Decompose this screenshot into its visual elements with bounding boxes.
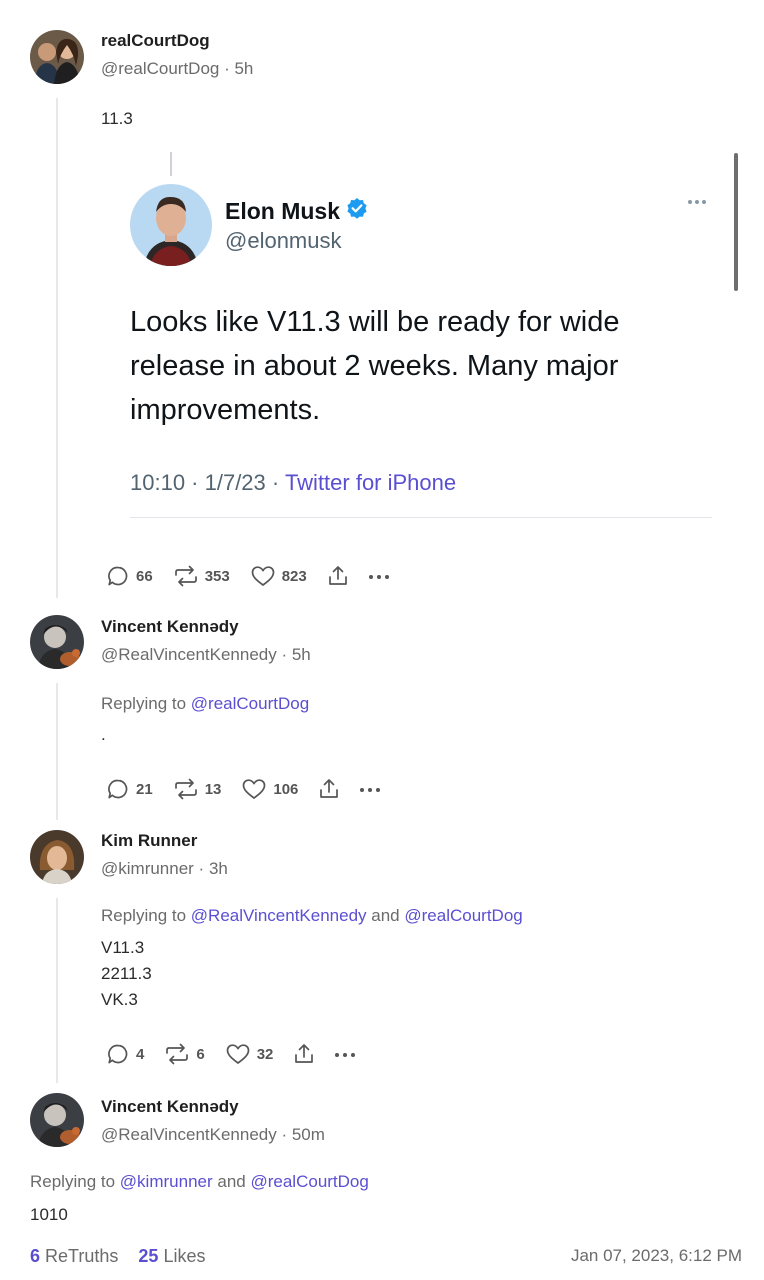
quoted-author-name[interactable]: Elon Musk xyxy=(225,197,368,225)
post-text: 11.3 xyxy=(101,109,133,128)
like-count: 106 xyxy=(273,780,299,798)
avatar[interactable] xyxy=(30,615,84,669)
post-kimrunner: Kim Runner @kimrunner · 3h Replying to @… xyxy=(0,820,764,1085)
thread-line xyxy=(56,98,58,598)
post-text: . xyxy=(101,725,106,744)
retruth-icon xyxy=(174,778,197,800)
scrollbar[interactable] xyxy=(734,153,738,291)
post-realcourtdog: realCourtDog @realCourtDog · 5h 11.3 Elo… xyxy=(0,0,764,600)
retruth-count: 353 xyxy=(204,567,230,585)
share-button[interactable] xyxy=(318,777,340,801)
replying-prefix: Replying to xyxy=(101,694,187,713)
retruth-icon xyxy=(174,565,197,587)
post-text: 1010 xyxy=(30,1205,68,1224)
thread-line xyxy=(56,898,58,1083)
divider xyxy=(130,517,712,518)
quoted-tweet[interactable]: Elon Musk @elonmusk Looks like V11.3 wil… xyxy=(100,150,740,540)
like-button[interactable]: 32 xyxy=(225,1042,274,1066)
mention-link[interactable]: @realCourtDog xyxy=(404,906,522,925)
more-options-icon[interactable] xyxy=(360,786,381,792)
quoted-tweet-time: 10:10 · 1/7/23 · xyxy=(130,470,280,495)
thread-line xyxy=(56,683,58,820)
retruth-button[interactable]: 13 xyxy=(173,777,222,801)
reply-count: 21 xyxy=(136,780,153,798)
retruth-button[interactable]: 6 xyxy=(164,1042,205,1066)
share-icon xyxy=(320,779,339,798)
avatar[interactable] xyxy=(30,1093,84,1147)
quoted-avatar[interactable] xyxy=(130,184,212,266)
replying-and: and xyxy=(371,906,400,925)
avatar[interactable] xyxy=(30,830,84,884)
likes-label[interactable]: Likes xyxy=(163,1246,205,1266)
reply-button[interactable]: 4 xyxy=(106,1042,144,1066)
post-text: V11.3 2211.3 VK.3 xyxy=(101,938,152,1009)
post-vincent-2: Vincent Kennədy @RealVincentKennedy · 50… xyxy=(0,1085,764,1235)
more-options-icon[interactable] xyxy=(368,573,389,579)
replying-prefix: Replying to xyxy=(101,906,187,925)
share-icon xyxy=(295,1044,314,1063)
reply-button[interactable]: 21 xyxy=(106,777,153,801)
like-button[interactable]: 106 xyxy=(241,777,298,801)
author-name[interactable]: realCourtDog xyxy=(101,31,210,51)
replying-to: Replying to @RealVincentKennedy and @rea… xyxy=(101,906,523,926)
share-button[interactable] xyxy=(327,564,349,588)
quoted-tweet-text: Looks like V11.3 will be ready for wide … xyxy=(130,306,620,426)
quoted-author-label: Elon Musk xyxy=(225,197,341,224)
replying-prefix: Replying to xyxy=(30,1172,116,1191)
like-count: 32 xyxy=(256,1045,274,1063)
reply-icon xyxy=(108,566,128,586)
retruths-label[interactable]: ReTruths xyxy=(45,1246,118,1266)
author-handle: @kimrunner · 3h xyxy=(101,859,228,878)
retruth-count: 6 xyxy=(196,1045,205,1063)
replying-to: Replying to @realCourtDog xyxy=(101,694,309,714)
author-handle: @realCourtDog · 5h xyxy=(101,59,254,78)
heart-icon xyxy=(251,566,275,586)
reply-count: 4 xyxy=(136,1045,145,1063)
post-actions: 21 13 106 xyxy=(106,775,381,803)
more-options-icon[interactable] xyxy=(335,1051,356,1057)
like-count: 823 xyxy=(281,567,307,585)
post-stats: 6 ReTruths 25 Likes Jan 07, 2023, 6:12 P… xyxy=(0,1242,764,1272)
quoted-tweet-source[interactable]: Twitter for iPhone xyxy=(285,470,456,495)
replying-and: and xyxy=(217,1172,246,1191)
like-button[interactable]: 823 xyxy=(250,564,307,588)
avatar[interactable] xyxy=(30,30,84,84)
mention-link[interactable]: @realCourtDog xyxy=(250,1172,368,1191)
quote-connector xyxy=(170,152,172,176)
replying-to: Replying to @kimrunner and @realCourtDog xyxy=(30,1172,369,1192)
heart-icon xyxy=(243,779,266,799)
post-timestamp: Jan 07, 2023, 6:12 PM xyxy=(570,1246,742,1265)
mention-link[interactable]: @RealVincentKennedy xyxy=(191,906,367,925)
reply-count: 66 xyxy=(136,567,153,585)
quoted-tweet-meta: 10:10 · 1/7/23 · Twitter for iPhone xyxy=(130,470,456,496)
author-handle: @RealVincentKennedy · 5h xyxy=(101,645,311,664)
quoted-author-handle: @elonmusk xyxy=(225,228,342,253)
author-name[interactable]: Kim Runner xyxy=(101,831,197,851)
post-actions: 66 353 823 xyxy=(106,562,389,590)
post-actions: 4 6 32 xyxy=(106,1040,356,1068)
reply-button[interactable]: 66 xyxy=(106,564,153,588)
verified-badge-icon xyxy=(346,197,368,225)
retruths-count[interactable]: 6 xyxy=(30,1246,40,1266)
likes-count[interactable]: 25 xyxy=(138,1246,158,1266)
engagement-summary: 6 ReTruths 25 Likes xyxy=(30,1246,205,1267)
reply-icon xyxy=(108,779,128,799)
heart-icon xyxy=(226,1044,250,1064)
author-handle: @RealVincentKennedy · 50m xyxy=(101,1125,325,1144)
retruth-button[interactable]: 353 xyxy=(173,564,230,588)
post-vincent-1: Vincent Kennədy @RealVincentKennedy · 5h… xyxy=(0,600,764,820)
author-name[interactable]: Vincent Kennədy xyxy=(101,1097,239,1117)
more-options-icon[interactable] xyxy=(688,200,706,204)
retruth-icon xyxy=(166,1043,189,1065)
share-button[interactable] xyxy=(293,1042,315,1066)
mention-link[interactable]: @kimrunner xyxy=(120,1172,213,1191)
mention-link[interactable]: @realCourtDog xyxy=(191,694,309,713)
author-name[interactable]: Vincent Kennədy xyxy=(101,617,239,637)
reply-icon xyxy=(108,1044,128,1064)
share-icon xyxy=(328,566,347,585)
retruth-count: 13 xyxy=(204,780,222,798)
